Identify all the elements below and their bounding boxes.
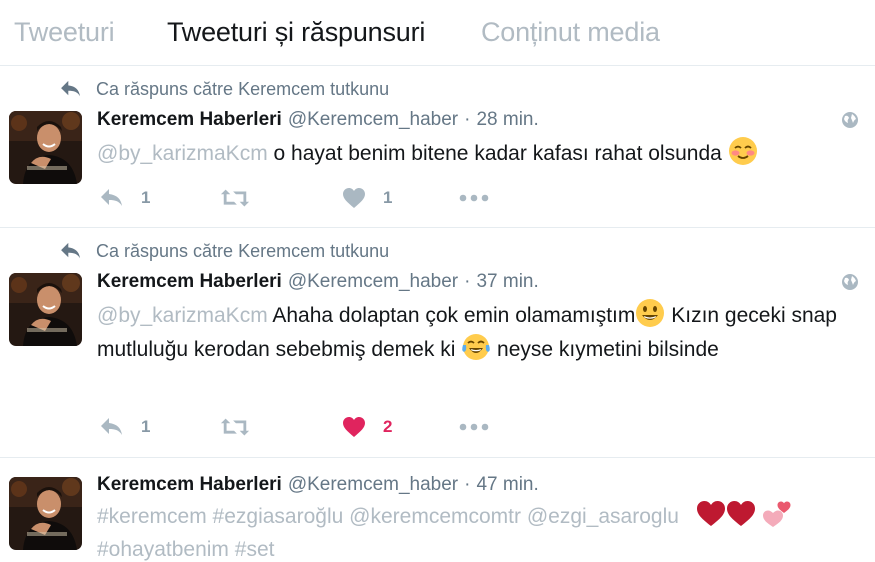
more-dots-icon bbox=[459, 193, 489, 203]
avatar-image bbox=[9, 477, 82, 550]
red-heart-emoji-icon bbox=[726, 499, 756, 529]
author-handle[interactable]: @Keremcem_haber bbox=[288, 271, 458, 293]
tweet-text: #keremcem #ezgiasaroğlu @keremcemcomtr @… bbox=[97, 499, 857, 562]
separator-dot: · bbox=[464, 271, 471, 292]
heart-icon bbox=[342, 187, 366, 209]
tweet-timestamp[interactable]: 28 min. bbox=[476, 109, 538, 131]
tweet-item[interactable]: Keremcem Haberleri @Keremcem_haber · 47 … bbox=[0, 458, 875, 562]
reply-button[interactable]: 1 bbox=[100, 412, 150, 442]
reply-context-label[interactable]: Ca răspuns către Keremcem tutkunu bbox=[96, 79, 389, 100]
tweet-text-part: Ahaha dolaptan çok emin olamamıştım bbox=[267, 304, 636, 327]
tab-tweets[interactable]: Tweeturi bbox=[14, 17, 115, 48]
red-heart-emoji-icon bbox=[696, 499, 726, 529]
grinning-emoji-icon bbox=[635, 298, 665, 328]
reply-context-label[interactable]: Ca răspuns către Keremcem tutkunu bbox=[96, 241, 389, 262]
reply-count: 1 bbox=[141, 188, 151, 207]
tweet-header: Keremcem Haberleri @Keremcem_haber · 28 … bbox=[97, 109, 539, 133]
reply-context-icon bbox=[60, 242, 82, 260]
like-button[interactable]: 1 bbox=[342, 183, 392, 213]
more-dots-icon bbox=[459, 422, 489, 432]
tweet-timestamp[interactable]: 37 min. bbox=[476, 271, 538, 293]
author-name[interactable]: Keremcem Haberleri bbox=[97, 474, 282, 496]
reply-icon bbox=[100, 188, 124, 208]
tweet-text-part: o hayat benim bitene kadar kafası rahat … bbox=[267, 142, 728, 165]
avatar-image bbox=[9, 111, 82, 184]
separator-dot: · bbox=[464, 474, 471, 495]
hashtag-link[interactable]: #set bbox=[235, 538, 275, 561]
tweet-header: Keremcem Haberleri @Keremcem_haber · 37 … bbox=[97, 271, 539, 295]
tweet-text: @by_karizmaKcm Ahaha dolaptan çok emin o… bbox=[97, 298, 837, 366]
profile-tabs: Tweeturi Tweeturi și răspunsuri Conținut… bbox=[0, 0, 875, 66]
reply-context: Ca răspuns către Keremcem tutkunu bbox=[60, 78, 389, 100]
author-handle[interactable]: @Keremcem_haber bbox=[288, 109, 458, 131]
author-name[interactable]: Keremcem Haberleri bbox=[97, 109, 282, 131]
reply-icon bbox=[100, 417, 124, 437]
reply-context-icon bbox=[60, 80, 82, 98]
reply-context: Ca răspuns către Keremcem tutkunu bbox=[60, 240, 389, 262]
tab-media[interactable]: Conținut media bbox=[481, 17, 660, 48]
reply-count: 1 bbox=[141, 417, 151, 436]
mention-link[interactable]: @by_karizmaKcm bbox=[97, 304, 268, 327]
tweet-text: @by_karizmaKcm o hayat benim bitene kada… bbox=[97, 136, 857, 170]
tweet-actions: 1 2 bbox=[97, 412, 597, 442]
tweet-item[interactable]: Ca răspuns către Keremcem tutkunu Keremc… bbox=[0, 228, 875, 458]
tweet-actions: 1 1 bbox=[97, 183, 597, 213]
like-button[interactable]: 2 bbox=[342, 412, 392, 442]
more-button[interactable] bbox=[459, 412, 489, 442]
hashtag-link[interactable]: #ohayatbenim bbox=[97, 538, 229, 561]
more-button[interactable] bbox=[459, 183, 489, 213]
globe-icon bbox=[841, 273, 859, 291]
tab-tweets-and-replies[interactable]: Tweeturi și răspunsuri bbox=[167, 17, 425, 48]
like-count: 2 bbox=[383, 417, 393, 436]
two-hearts-emoji-icon bbox=[762, 499, 792, 529]
retweet-icon bbox=[220, 417, 250, 437]
mention-link[interactable]: @by_karizmaKcm bbox=[97, 142, 268, 165]
hashtag-link[interactable]: #ezgiasaroğlu bbox=[213, 505, 344, 528]
heart-filled-icon bbox=[342, 416, 366, 438]
tweet-timestamp[interactable]: 47 min. bbox=[476, 474, 538, 496]
avatar[interactable] bbox=[9, 273, 82, 346]
mention-link[interactable]: @ezgi_asaroglu bbox=[527, 505, 679, 528]
like-count: 1 bbox=[383, 188, 393, 207]
tweet-header: Keremcem Haberleri @Keremcem_haber · 47 … bbox=[97, 474, 539, 498]
avatar[interactable] bbox=[9, 477, 82, 550]
tweet-text-part: neyse kıymetini bilsinde bbox=[491, 338, 719, 361]
author-handle[interactable]: @Keremcem_haber bbox=[288, 474, 458, 496]
avatar-image bbox=[9, 273, 82, 346]
tears-of-joy-emoji-icon bbox=[461, 332, 491, 362]
hashtag-link[interactable]: #keremcem bbox=[97, 505, 207, 528]
author-name[interactable]: Keremcem Haberleri bbox=[97, 271, 282, 293]
avatar[interactable] bbox=[9, 111, 82, 184]
tweet-item[interactable]: Ca răspuns către Keremcem tutkunu Keremc… bbox=[0, 66, 875, 228]
smiling-blush-emoji-icon bbox=[728, 136, 758, 166]
retweet-icon bbox=[220, 188, 250, 208]
separator-dot: · bbox=[464, 109, 471, 130]
mention-link[interactable]: @keremcemcomtr bbox=[349, 505, 521, 528]
retweet-button[interactable] bbox=[220, 412, 250, 442]
globe-icon bbox=[841, 111, 859, 129]
retweet-button[interactable] bbox=[220, 183, 250, 213]
reply-button[interactable]: 1 bbox=[100, 183, 150, 213]
